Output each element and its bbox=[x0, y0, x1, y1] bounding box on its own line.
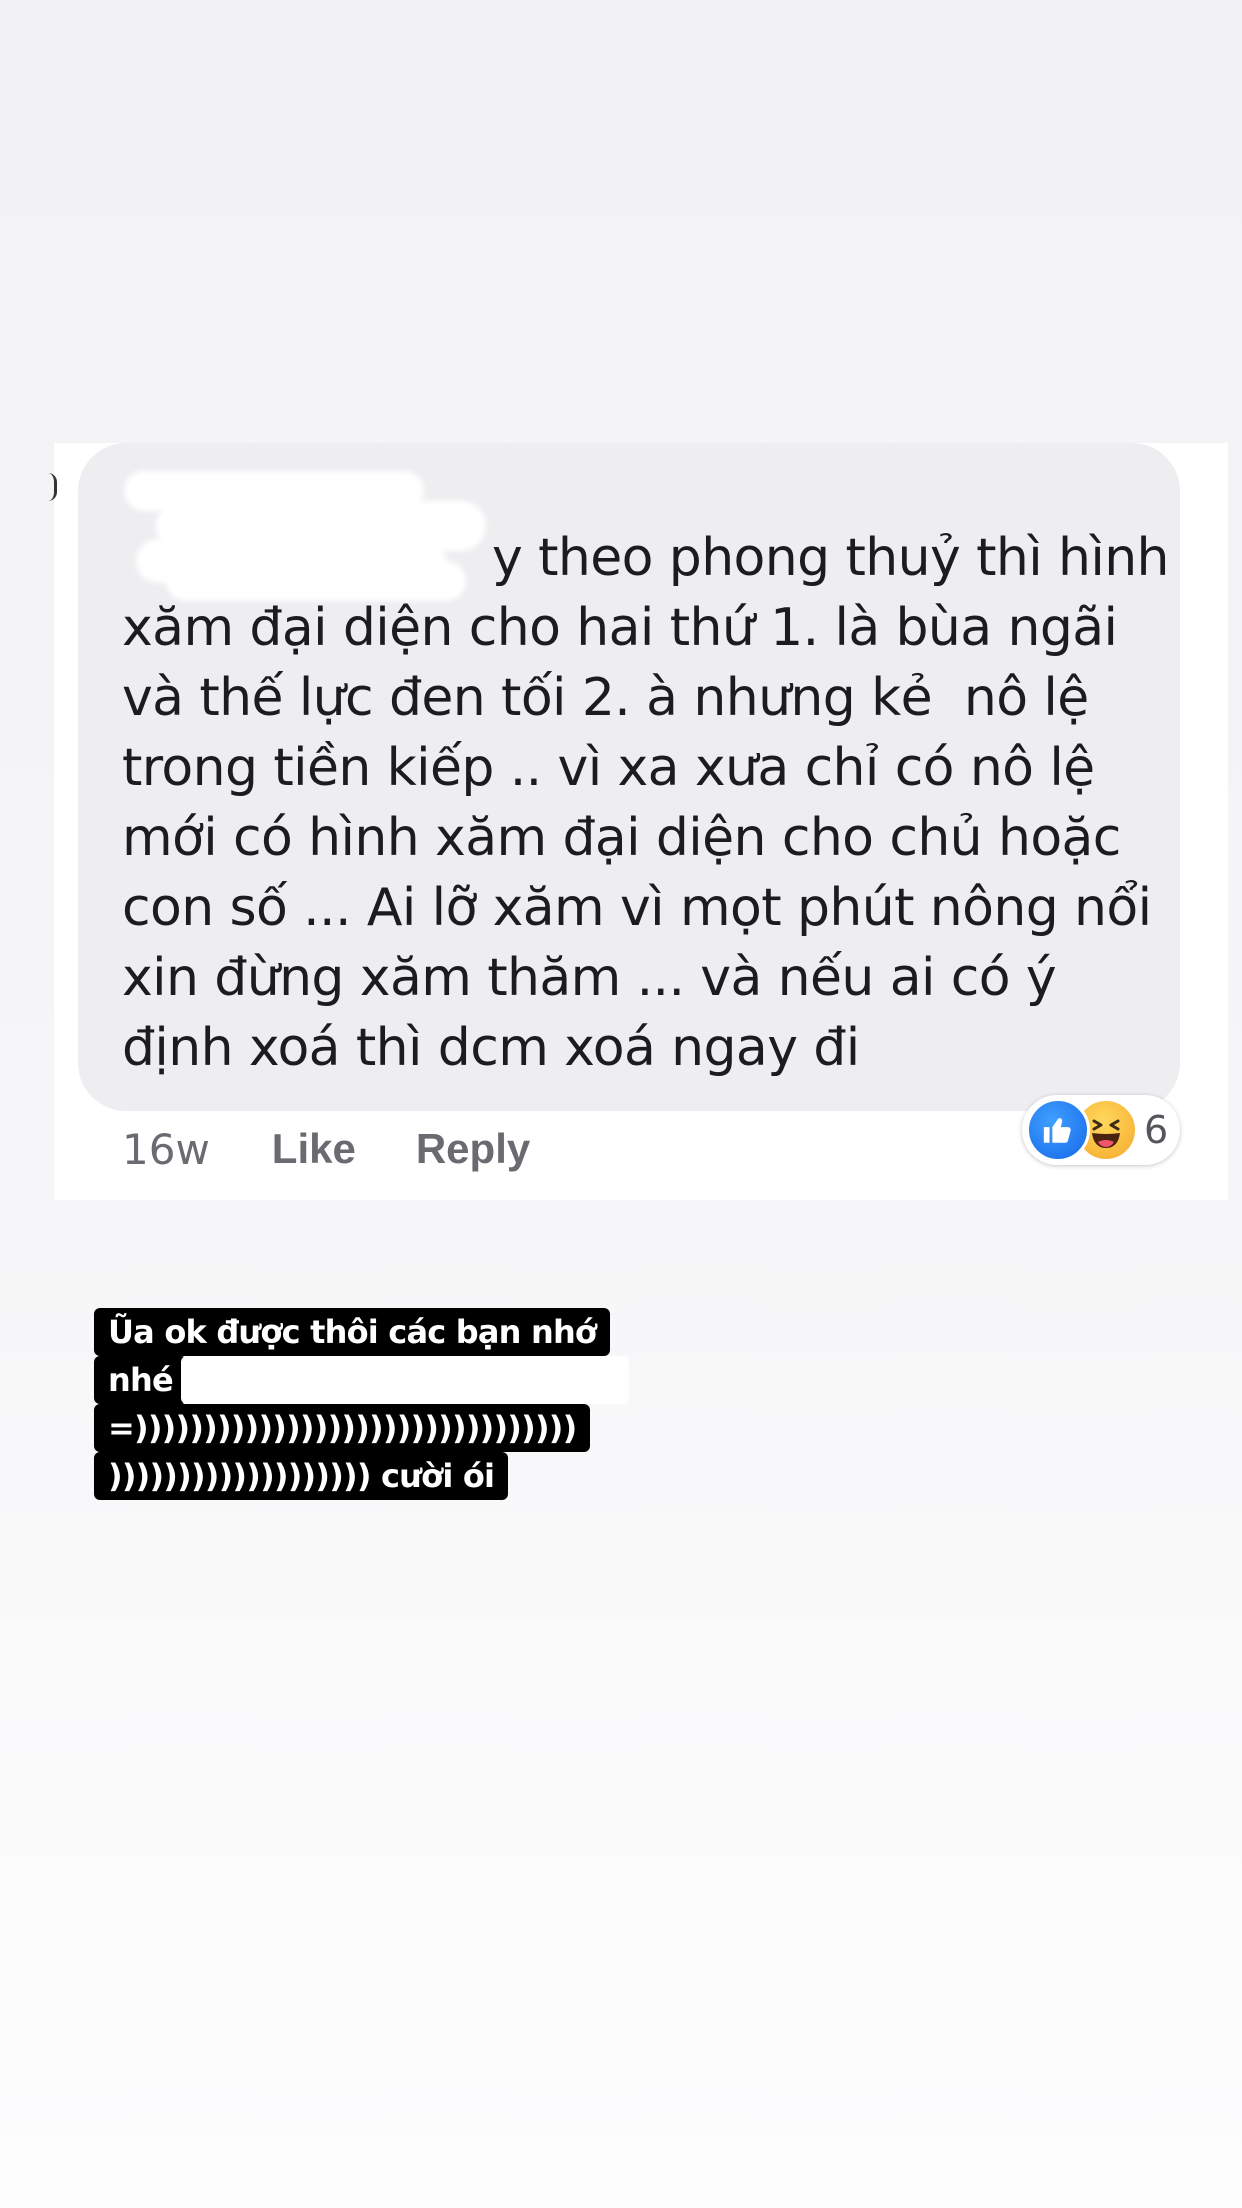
story-canvas: y theo phong thuỷ thì hình xăm đại diện … bbox=[0, 0, 1242, 2208]
comment-line: xăm đại diện cho hai thứ 1. là bùa ngãi bbox=[122, 598, 1118, 658]
comment-actions: 16w Like Reply bbox=[122, 1121, 590, 1177]
comment-line: con số ... Ai lỡ xăm vì mọt phút nông nổ… bbox=[122, 878, 1152, 938]
comment-text: y theo phong thuỷ thì hình xăm đại diện … bbox=[122, 523, 1170, 1083]
caption-line: ))))))))))))))))))) cười ói bbox=[94, 1452, 509, 1500]
like-icon bbox=[1026, 1098, 1090, 1162]
comment-line: định xoá thì dcm xoá ngay đi bbox=[122, 1018, 860, 1078]
caption-highlight bbox=[180, 1356, 629, 1404]
caption-line: Ũa ok được thôi các bạn nhớ bbox=[94, 1308, 611, 1356]
cropped-edge-mark bbox=[48, 473, 57, 501]
comment-line: xin đừng xăm thăm ... và nếu ai có ý bbox=[122, 948, 1057, 1008]
comment-line: trong tiền kiếp .. vì xa xưa chỉ có nô l… bbox=[122, 738, 1095, 798]
comment-line: y theo phong thuỷ thì hình bbox=[492, 528, 1170, 588]
comment-line: và thế lực đen tối 2. à nhưng kẻ nô lệ bbox=[122, 668, 1089, 728]
comment-bubble: y theo phong thuỷ thì hình xăm đại diện … bbox=[78, 443, 1180, 1111]
reply-button[interactable]: Reply bbox=[416, 1125, 530, 1173]
caption-line: nhé bbox=[94, 1356, 187, 1404]
reaction-count: 6 bbox=[1144, 1108, 1169, 1152]
story-caption: Ũa ok được thôi các bạn nhớ nhé =)))))))… bbox=[94, 1308, 629, 1500]
comment-screenshot: y theo phong thuỷ thì hình xăm đại diện … bbox=[54, 443, 1228, 1200]
caption-line: =)))))))))))))))))))))))))))))))) bbox=[94, 1404, 591, 1452]
comment-timestamp: 16w bbox=[122, 1124, 210, 1174]
comment-line: mới có hình xăm đại diện cho chủ hoặc bbox=[122, 808, 1121, 868]
like-button[interactable]: Like bbox=[272, 1125, 356, 1173]
reactions-summary[interactable]: 6 bbox=[1022, 1095, 1181, 1165]
